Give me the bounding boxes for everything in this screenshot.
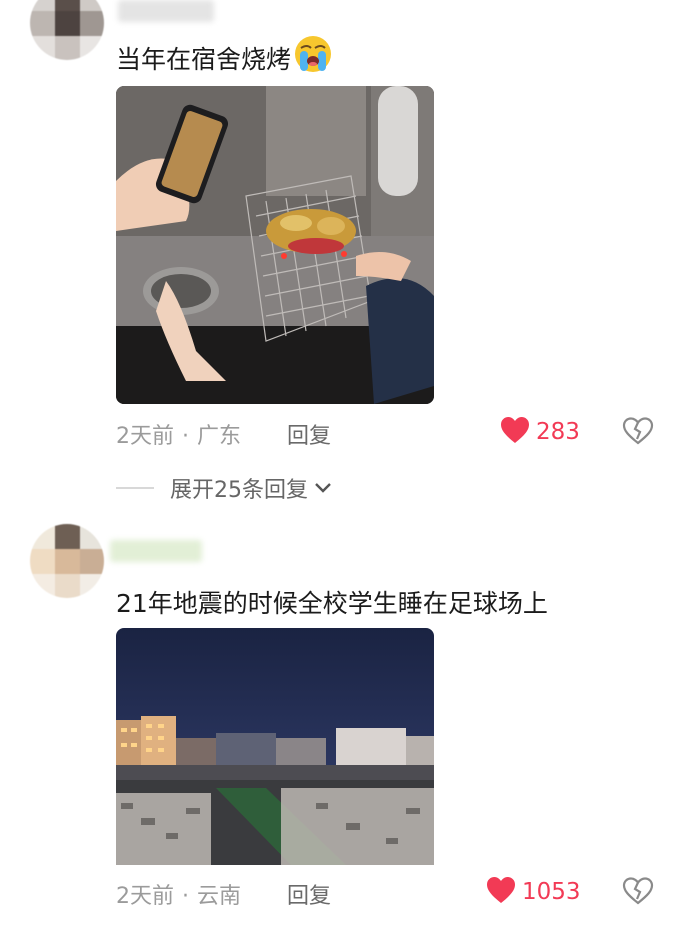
comment-text: 21年地震的时候全校学生睡在足球场上 xyxy=(116,589,548,618)
like-button[interactable]: 283 xyxy=(500,416,580,448)
username-blurred[interactable] xyxy=(118,0,214,22)
broken-heart-icon xyxy=(622,417,654,449)
username-blurred[interactable] xyxy=(110,540,202,562)
reply-button[interactable]: 回复 xyxy=(287,418,331,450)
comment-meta: 2天前 · 广东 xyxy=(116,424,242,449)
like-count: 283 xyxy=(536,419,580,445)
heart-icon xyxy=(486,876,516,908)
avatar[interactable] xyxy=(30,0,104,60)
expand-replies[interactable]: 展开25条回复 xyxy=(116,472,332,504)
divider-line xyxy=(116,487,154,489)
comment-text: 当年在宿舍烧烤 xyxy=(116,34,333,80)
crying-face-emoji xyxy=(293,34,333,80)
heart-icon xyxy=(500,416,530,448)
reply-button[interactable]: 回复 xyxy=(287,878,331,910)
dislike-button[interactable] xyxy=(622,877,654,909)
chevron-down-icon xyxy=(314,482,332,494)
broken-heart-icon xyxy=(622,877,654,909)
like-count: 1053 xyxy=(522,879,581,905)
comment-meta: 2天前 · 云南 xyxy=(116,884,242,909)
like-button[interactable]: 1053 xyxy=(486,876,581,908)
avatar[interactable] xyxy=(30,524,104,598)
comment-photo[interactable] xyxy=(116,86,434,404)
dislike-button[interactable] xyxy=(622,417,654,449)
